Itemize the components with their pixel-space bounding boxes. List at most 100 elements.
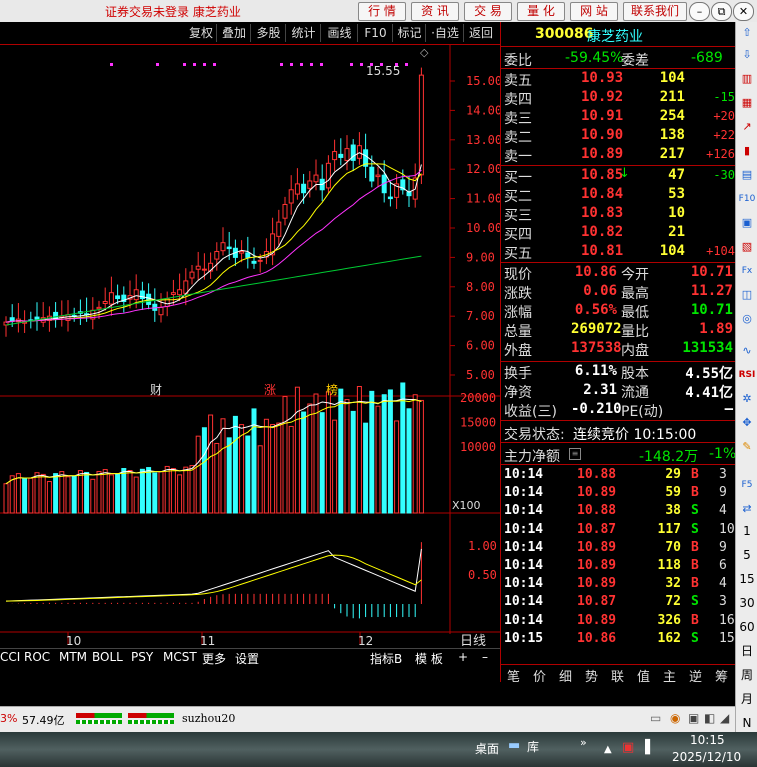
status-icon-3[interactable]: ▣ bbox=[688, 711, 699, 725]
network-icon[interactable]: ▐ bbox=[640, 740, 650, 755]
panel-tab[interactable]: 筹 bbox=[715, 666, 728, 685]
status-icon-2[interactable]: ◉ bbox=[670, 711, 680, 725]
period-30[interactable]: 30 bbox=[738, 594, 756, 612]
candle-icon[interactable]: ▮ bbox=[738, 142, 756, 160]
tray-app-icon[interactable]: ▣ bbox=[622, 740, 634, 755]
bid-price[interactable]: 10.84 bbox=[581, 186, 623, 202]
marker-rank[interactable]: 榜 bbox=[326, 381, 338, 398]
pencil-icon[interactable]: ✎ bbox=[738, 438, 756, 456]
move-icon[interactable]: ✥ bbox=[738, 414, 756, 432]
tray-arrow-icon[interactable]: ▲ bbox=[604, 744, 612, 755]
tab-more[interactable]: 更多 bbox=[202, 650, 226, 667]
rsi-icon[interactable]: RSI bbox=[738, 366, 756, 384]
fuquan-button[interactable]: 复权 bbox=[186, 24, 217, 42]
mark-button[interactable]: 标记 bbox=[394, 24, 426, 42]
chevron-up-icon[interactable]: » bbox=[580, 736, 587, 749]
tab-mcst[interactable]: MCST bbox=[163, 650, 197, 664]
marker-limit-up[interactable]: 涨 bbox=[264, 381, 276, 398]
period-N[interactable]: N bbox=[738, 714, 756, 732]
multi-stock-button[interactable]: 多股 bbox=[252, 24, 286, 42]
panel-tab[interactable]: 细 bbox=[559, 666, 572, 685]
menu-quotes[interactable]: 行 情 bbox=[358, 2, 406, 21]
gear-icon[interactable]: ✲ bbox=[738, 390, 756, 408]
switch-icon[interactable]: ⇄ bbox=[738, 500, 756, 518]
overlay-button[interactable]: 叠加 bbox=[218, 24, 251, 42]
period-1[interactable]: 1 bbox=[738, 522, 756, 540]
clock-date[interactable]: 2025/12/10 bbox=[672, 750, 741, 764]
wave-icon[interactable]: ∿ bbox=[738, 342, 756, 360]
ask-price[interactable]: 10.91 bbox=[581, 108, 623, 124]
kline-icon[interactable]: ▥ bbox=[738, 70, 756, 88]
panel-tab[interactable]: 势 bbox=[585, 666, 598, 685]
bid-price[interactable]: 10.81 bbox=[581, 243, 623, 259]
zoom-out-button[interactable]: – bbox=[482, 650, 488, 664]
down-arrow-icon[interactable]: ⇩ bbox=[738, 46, 756, 64]
tab-boll[interactable]: BOLL bbox=[92, 650, 123, 664]
minimize-button[interactable]: – bbox=[689, 2, 710, 21]
period-15[interactable]: 15 bbox=[738, 570, 756, 588]
detail-icon[interactable]: ≡ bbox=[569, 448, 581, 460]
period-label[interactable]: 日线 bbox=[460, 630, 486, 649]
panel-tab[interactable]: 联 bbox=[611, 666, 624, 685]
tab-psy[interactable]: PSY bbox=[131, 650, 153, 664]
watchlist-button[interactable]: ·自选 bbox=[427, 24, 464, 42]
restore-button[interactable]: ⧉ bbox=[711, 2, 732, 21]
bid-price[interactable]: 10.83 bbox=[581, 205, 623, 221]
menu-quant[interactable]: 量 化 bbox=[517, 2, 565, 21]
bar-chart-icon[interactable]: ▦ bbox=[738, 94, 756, 112]
marker-finance[interactable]: 财 bbox=[150, 381, 162, 398]
menu-contact[interactable]: 联系我们 bbox=[623, 2, 687, 21]
menu-website[interactable]: 网 站 bbox=[570, 2, 618, 21]
tab-roc[interactable]: ROC bbox=[24, 650, 50, 664]
indicator-b-button[interactable]: 指标B bbox=[370, 650, 402, 667]
library-label[interactable]: 库 bbox=[527, 738, 539, 755]
draw-line-button[interactable]: 画线 bbox=[322, 24, 358, 42]
menu-trade[interactable]: 交 易 bbox=[464, 2, 512, 21]
tab-mtm[interactable]: MTM bbox=[59, 650, 87, 664]
fx-icon[interactable]: Fx bbox=[738, 262, 756, 280]
period-日[interactable]: 日 bbox=[738, 642, 756, 660]
bid-price[interactable]: 10.85 bbox=[581, 167, 623, 183]
f5-icon[interactable]: F5 bbox=[738, 476, 756, 494]
f10-button[interactable]: F10 bbox=[359, 24, 393, 42]
tab-settings[interactable]: 设置 bbox=[235, 650, 259, 667]
stat-value: 1.89 bbox=[699, 321, 733, 337]
period-周[interactable]: 周 bbox=[738, 666, 756, 684]
panel-tab[interactable]: 笔 bbox=[507, 666, 520, 685]
tab-cci[interactable]: CCI bbox=[0, 650, 20, 664]
month-label: 11 bbox=[200, 634, 215, 648]
panel-tab[interactable]: 逆 bbox=[689, 666, 702, 685]
clock-time[interactable]: 10:15 bbox=[690, 733, 725, 747]
panel-tab[interactable]: 值 bbox=[637, 666, 650, 685]
zoom-in-button[interactable]: + bbox=[458, 650, 468, 664]
info-icon[interactable]: ▣ bbox=[738, 214, 756, 232]
period-60[interactable]: 60 bbox=[738, 618, 756, 636]
ask-price[interactable]: 10.89 bbox=[581, 146, 623, 162]
panel-tab[interactable]: 主 bbox=[663, 666, 676, 685]
status-icon-5[interactable]: ◢ bbox=[720, 711, 729, 725]
chart-icon[interactable]: ◫ bbox=[738, 286, 756, 304]
period-月[interactable]: 月 bbox=[738, 690, 756, 708]
up-arrow-icon[interactable]: ⇧ bbox=[738, 24, 756, 42]
ask-price[interactable]: 10.93 bbox=[581, 70, 623, 86]
grid-icon[interactable]: ▤ bbox=[738, 166, 756, 184]
close-button[interactable]: ✕ bbox=[733, 2, 754, 21]
trend-icon[interactable]: ↗ bbox=[738, 118, 756, 136]
template-button[interactable]: 模 板 bbox=[415, 650, 443, 667]
circle-icon[interactable]: ◎ bbox=[738, 310, 756, 328]
news-icon[interactable]: ▧ bbox=[738, 238, 756, 256]
f10-icon[interactable]: F10 bbox=[738, 190, 756, 208]
status-icon-1[interactable]: ▭ bbox=[650, 711, 661, 725]
panel-tab[interactable]: 价 bbox=[533, 666, 546, 685]
back-button[interactable]: 返回 bbox=[465, 24, 497, 42]
ask-price[interactable]: 10.90 bbox=[581, 127, 623, 143]
stats-button[interactable]: 统计 bbox=[287, 24, 321, 42]
bid-price[interactable]: 10.82 bbox=[581, 224, 623, 240]
status-icon-4[interactable]: ◧ bbox=[704, 711, 715, 725]
desktop-label[interactable]: 桌面 bbox=[475, 740, 499, 757]
kline-chart-area[interactable]: 15.00 14.00 13.00 12.00 11.00 10.00 9.00 8.00 7.… bbox=[0, 44, 500, 664]
ask-price[interactable]: 10.92 bbox=[581, 89, 623, 105]
period-5[interactable]: 5 bbox=[738, 546, 756, 564]
folder-icon[interactable]: ▬ bbox=[508, 738, 520, 753]
menu-news[interactable]: 资 讯 bbox=[411, 2, 459, 21]
